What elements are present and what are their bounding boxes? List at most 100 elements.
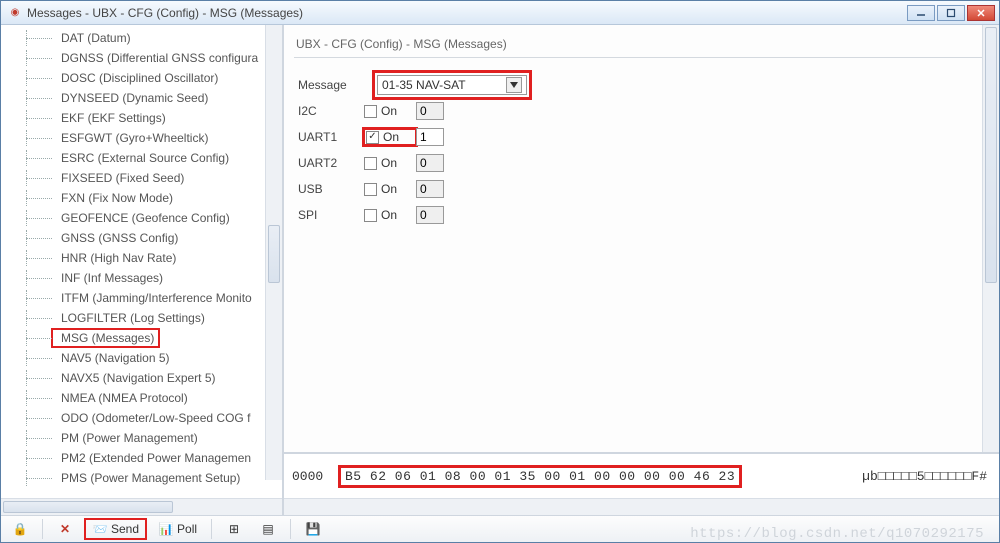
sheet-icon: ▤ [260, 521, 276, 537]
toolbar-divider [42, 519, 43, 539]
toolbar-action-2[interactable]: ▤ [253, 518, 283, 540]
tree-item-label: EKF (EKF Settings) [57, 111, 166, 125]
tree-item[interactable]: NAVX5 (Navigation Expert 5) [1, 368, 282, 388]
tree-item-label: HNR (High Nav Rate) [57, 251, 176, 265]
port-label: UART1 [298, 130, 364, 144]
tree-item-label: PM (Power Management) [57, 431, 198, 445]
port-rate-input[interactable] [416, 102, 444, 120]
port-on-checkbox[interactable] [364, 105, 377, 118]
delete-button[interactable]: ✕ [50, 518, 80, 540]
hex-dump-bar: 0000 B5 62 06 01 08 00 01 35 00 01 00 00… [284, 452, 999, 498]
tree-item[interactable]: GEOFENCE (Geofence Config) [1, 208, 282, 228]
tree-item[interactable]: DYNSEED (Dynamic Seed) [1, 88, 282, 108]
toolbar-action-3[interactable]: 💾 [298, 518, 328, 540]
port-on-checkbox[interactable] [364, 157, 377, 170]
port-label: USB [298, 182, 364, 196]
tree-item-label: FXN (Fix Now Mode) [57, 191, 173, 205]
port-on-label: On [383, 130, 399, 144]
tree-item-label: PMS (Power Management Setup) [57, 471, 240, 485]
tree-item-label: NAV5 (Navigation 5) [57, 351, 170, 365]
message-dropdown[interactable]: 01-35 NAV-SAT [377, 75, 527, 95]
tree-item-label: NAVX5 (Navigation Expert 5) [57, 371, 216, 385]
tree-item-label: ESRC (External Source Config) [57, 151, 229, 165]
config-panel: UBX - CFG (Config) - MSG (Messages) Mess… [284, 25, 999, 452]
toolbar-action-1[interactable]: ⊞ [219, 518, 249, 540]
tree-item[interactable]: EKF (EKF Settings) [1, 108, 282, 128]
tree-item-label: ESFGWT (Gyro+Wheeltick) [57, 131, 208, 145]
tree-item-label: INF (Inf Messages) [57, 271, 163, 285]
message-tree[interactable]: DAT (Datum) DGNSS (Differential GNSS conf… [1, 28, 282, 488]
port-rate-input[interactable] [416, 154, 444, 172]
close-button[interactable] [967, 5, 995, 21]
tree-item[interactable]: MSG (Messages) [1, 328, 282, 348]
app-icon: ◉ [7, 5, 23, 21]
port-row-usb: USB On [294, 176, 989, 202]
port-on-checkbox[interactable] [364, 183, 377, 196]
port-on-checkbox[interactable] [364, 209, 377, 222]
message-tree-pane: DAT (Datum) DGNSS (Differential GNSS conf… [1, 25, 284, 515]
message-label: Message [298, 78, 364, 92]
send-icon: 📨 [92, 521, 108, 537]
port-on-label: On [381, 156, 397, 170]
lock-button[interactable]: 🔒 [5, 518, 35, 540]
tree-item[interactable]: PMS (Power Management Setup) [1, 468, 282, 488]
port-rate-input[interactable] [416, 206, 444, 224]
dropdown-arrow-icon[interactable] [506, 77, 522, 93]
tree-item-label: ODO (Odometer/Low-Speed COG f [57, 411, 250, 425]
port-row-uart1: UART1✓ On [294, 124, 989, 150]
port-row-uart2: UART2 On [294, 150, 989, 176]
tree-item-label: DYNSEED (Dynamic Seed) [57, 91, 208, 105]
tree-item[interactable]: ESRC (External Source Config) [1, 148, 282, 168]
port-on-label: On [381, 104, 397, 118]
tree-hscrollbar[interactable] [1, 498, 282, 515]
hex-bytes: B5 62 06 01 08 00 01 35 00 01 00 00 00 0… [338, 465, 742, 488]
port-on-checkbox[interactable]: ✓ [366, 131, 379, 144]
tree-item[interactable]: PM2 (Extended Power Managemen [1, 448, 282, 468]
tree-item[interactable]: ODO (Odometer/Low-Speed COG f [1, 408, 282, 428]
maximize-button[interactable] [937, 5, 965, 21]
tree-item[interactable]: INF (Inf Messages) [1, 268, 282, 288]
tree-item[interactable]: NMEA (NMEA Protocol) [1, 388, 282, 408]
tree-item[interactable]: DOSC (Disciplined Oscillator) [1, 68, 282, 88]
message-dropdown-value: 01-35 NAV-SAT [382, 78, 506, 92]
port-label: I2C [298, 104, 364, 118]
poll-icon: 📊 [158, 521, 174, 537]
tree-item[interactable]: FXN (Fix Now Mode) [1, 188, 282, 208]
tree-item[interactable]: DGNSS (Differential GNSS configura [1, 48, 282, 68]
tree-item-label: DAT (Datum) [57, 31, 131, 45]
port-on-label: On [381, 182, 397, 196]
tree-vscrollbar[interactable] [265, 25, 282, 480]
tree-item-label: DGNSS (Differential GNSS configura [57, 51, 258, 65]
tree-item[interactable]: GNSS (GNSS Config) [1, 228, 282, 248]
hex-ascii: µb□□□□□5□□□□□□F# [862, 469, 987, 484]
hex-hscrollbar[interactable] [284, 498, 999, 515]
config-vscrollbar[interactable] [982, 25, 999, 452]
tree-item[interactable]: LOGFILTER (Log Settings) [1, 308, 282, 328]
tree-item-label: ITFM (Jamming/Interference Monito [57, 291, 252, 305]
tree-item[interactable]: NAV5 (Navigation 5) [1, 348, 282, 368]
tree-item[interactable]: DAT (Datum) [1, 28, 282, 48]
tree-item-label: GNSS (GNSS Config) [57, 231, 178, 245]
port-rate-input[interactable] [416, 128, 444, 146]
port-label: UART2 [298, 156, 364, 170]
tree-item[interactable]: HNR (High Nav Rate) [1, 248, 282, 268]
port-row-i2c: I2C On [294, 98, 989, 124]
minimize-button[interactable] [907, 5, 935, 21]
config-breadcrumb: UBX - CFG (Config) - MSG (Messages) [294, 31, 989, 55]
tree-item[interactable]: FIXSEED (Fixed Seed) [1, 168, 282, 188]
tree-item-label: PM2 (Extended Power Managemen [57, 451, 251, 465]
tree-item-label: LOGFILTER (Log Settings) [57, 311, 205, 325]
tree-item[interactable]: ITFM (Jamming/Interference Monito [1, 288, 282, 308]
tree-item-label: GEOFENCE (Geofence Config) [57, 211, 230, 225]
tree-item-label: MSG (Messages) [57, 331, 154, 345]
tree-item[interactable]: PM (Power Management) [1, 428, 282, 448]
tree-item-label: DOSC (Disciplined Oscillator) [57, 71, 218, 85]
tree-item[interactable]: ESFGWT (Gyro+Wheeltick) [1, 128, 282, 148]
send-button[interactable]: 📨 Send [84, 518, 147, 540]
port-rate-input[interactable] [416, 180, 444, 198]
port-on-label: On [381, 208, 397, 222]
send-label: Send [111, 522, 139, 536]
poll-button[interactable]: 📊 Poll [151, 518, 204, 540]
tree-item-label: FIXSEED (Fixed Seed) [57, 171, 184, 185]
watermark-text: https://blog.csdn.net/q1070292175 [690, 526, 984, 542]
